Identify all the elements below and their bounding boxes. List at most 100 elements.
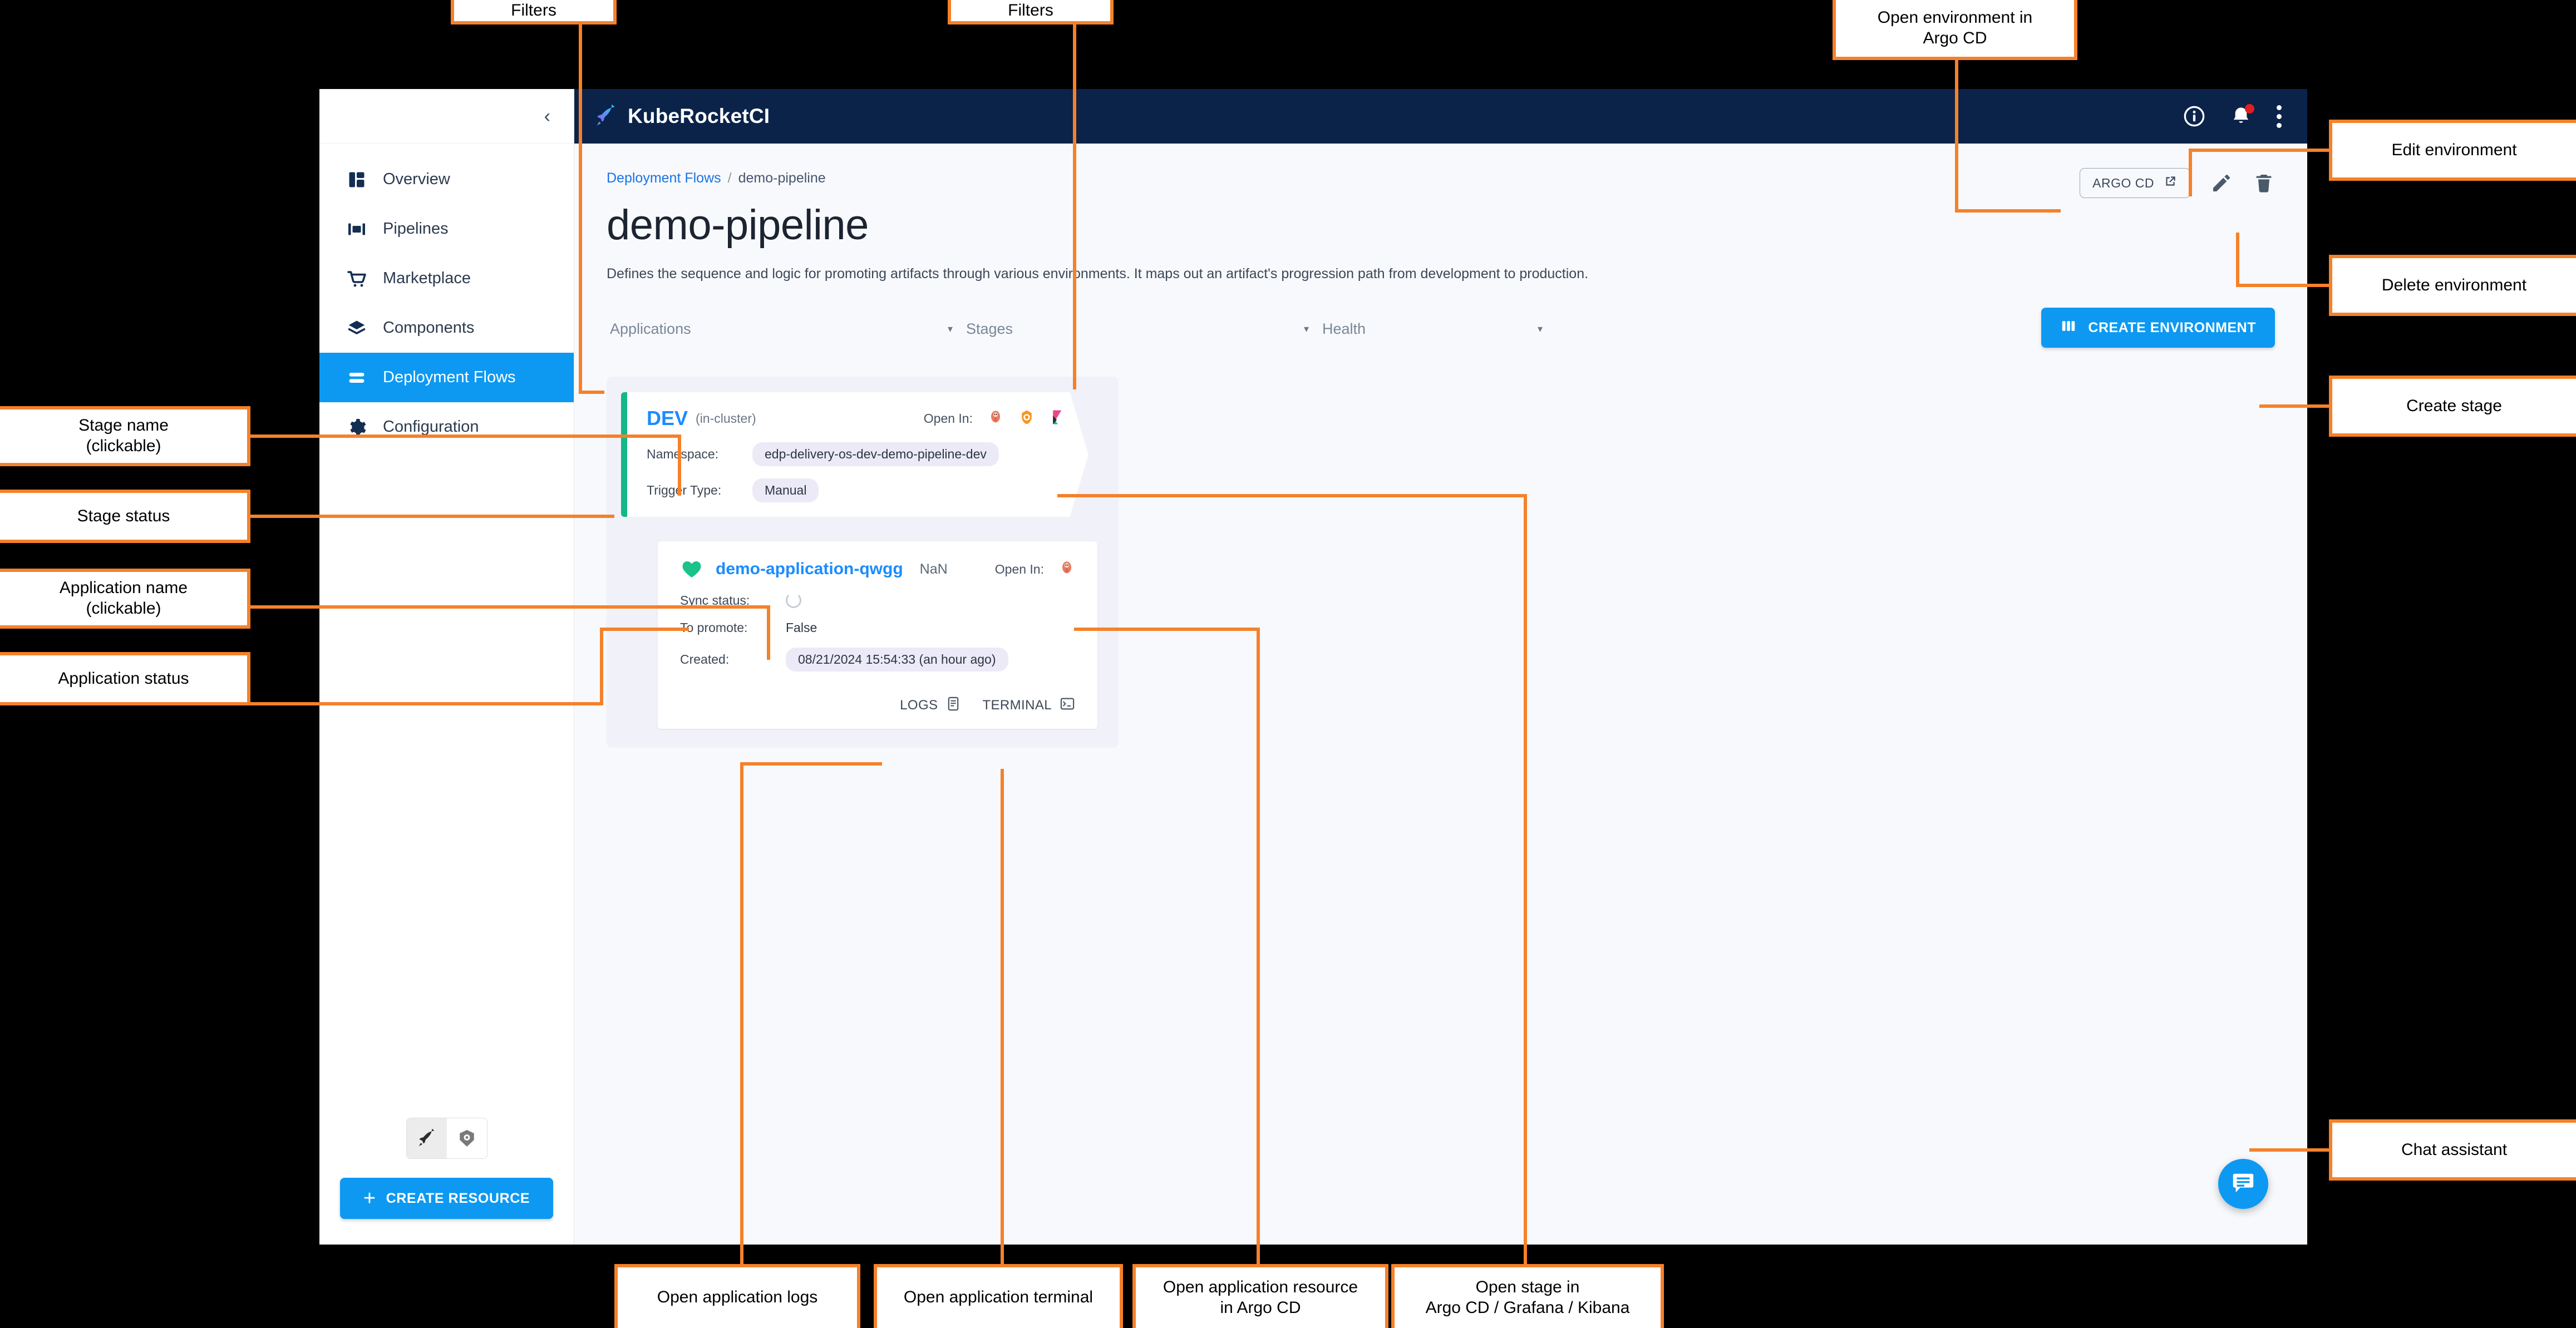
callout-text: Chat assistant <box>2401 1140 2507 1161</box>
logs-document-icon <box>945 696 961 714</box>
sidebar-item-pipelines[interactable]: Pipelines <box>319 204 574 254</box>
info-icon[interactable] <box>2183 105 2205 127</box>
callout-text: Stage status <box>77 506 170 527</box>
notification-badge <box>2245 104 2254 113</box>
callout-open-app-resource-argocd: Open application resource in Argo CD <box>1132 1264 1388 1328</box>
stage-name-link[interactable]: DEV <box>647 407 688 430</box>
terminal-icon <box>1060 696 1075 714</box>
create-resource-button[interactable]: + CREATE RESOURCE <box>340 1178 553 1219</box>
more-vertical-icon[interactable] <box>2277 105 2282 128</box>
stage-row-namespace: Namespace: edp-delivery-os-dev-demo-pipe… <box>647 442 1066 466</box>
application-row-to-promote: To promote: False <box>680 620 1075 635</box>
leader-line <box>1524 494 1527 1266</box>
kibana-icon[interactable] <box>1050 409 1066 428</box>
callout-text: Edit environment <box>2391 140 2516 161</box>
callout-application-status: Application status <box>0 652 250 705</box>
sidebar-item-configuration[interactable]: Configuration <box>319 402 574 452</box>
callout-text: Delete environment <box>2382 275 2526 296</box>
filter-stages[interactable]: Stages ▾ <box>963 304 1319 353</box>
stage-open-in-group: Open In: <box>924 409 1066 428</box>
sidebar-item-label: Marketplace <box>383 269 471 288</box>
callout-text: Create stage <box>2406 396 2502 417</box>
application-open-in-label: Open In: <box>995 562 1044 577</box>
stage-status-indicator <box>621 392 627 517</box>
top-bar: KubeRocketCI <box>574 89 2307 144</box>
plus-icon: + <box>363 1188 376 1209</box>
callout-text: Application name (clickable) <box>60 578 188 619</box>
callout-open-app-logs: Open application logs <box>614 1264 860 1328</box>
stage-card-header: DEV (in-cluster) Open In: <box>647 407 1066 430</box>
chat-assistant-button[interactable] <box>2218 1159 2268 1209</box>
leader-line <box>740 762 743 1266</box>
leader-line <box>2189 149 2192 196</box>
sidebar-item-overview[interactable]: Overview <box>319 155 574 204</box>
leader-line <box>1955 57 1958 213</box>
sidebar-header: ‹ <box>319 89 574 144</box>
leader-line <box>2189 149 2329 152</box>
stage-card-dev[interactable]: DEV (in-cluster) Open In: <box>621 392 1088 517</box>
chevron-down-icon: ▾ <box>948 323 953 335</box>
open-application-logs-button[interactable]: LOGS <box>900 696 961 714</box>
leader-line <box>247 435 681 438</box>
leader-line <box>1257 628 1260 1266</box>
leader-line <box>1057 494 1524 497</box>
stage-row-key: Namespace: <box>647 447 752 462</box>
breadcrumb: Deployment Flows / demo-pipeline <box>607 170 2275 186</box>
leader-line <box>579 391 604 394</box>
filter-applications-label: Applications <box>610 320 691 338</box>
kubernetes-helm-icon <box>457 1128 477 1148</box>
logs-label: LOGS <box>900 698 938 713</box>
sidebar-item-marketplace[interactable]: Marketplace <box>319 254 574 303</box>
app-window: ‹ Overview Pipelines <box>319 89 2307 1245</box>
screenshot-root: ‹ Overview Pipelines <box>0 0 2576 1328</box>
leader-line <box>600 628 603 705</box>
grafana-icon[interactable] <box>1018 409 1035 428</box>
argocd-icon[interactable] <box>1058 560 1075 579</box>
create-environment-button[interactable]: CREATE ENVIRONMENT <box>2041 308 2275 348</box>
header-actions: ARGO CD <box>2080 168 2275 198</box>
leader-line <box>1073 21 1076 389</box>
create-environment-label: CREATE ENVIRONMENT <box>2088 320 2256 336</box>
open-in-argocd-button[interactable]: ARGO CD <box>2080 168 2190 198</box>
stage-card-body: DEV (in-cluster) Open In: <box>621 407 1088 502</box>
notifications-bell-icon[interactable] <box>2230 105 2252 127</box>
kubernetes-mode-button[interactable] <box>447 1118 487 1158</box>
trash-delete-icon[interactable] <box>2253 172 2275 194</box>
callout-text: Open environment in Argo CD <box>1878 8 2033 48</box>
deployment-flow-board: DEV (in-cluster) Open In: <box>607 377 1119 748</box>
callout-create-stage: Create stage <box>2329 376 2576 437</box>
callout-filters-top-right: Filters <box>948 0 1114 24</box>
leader-line <box>579 21 582 394</box>
filter-applications[interactable]: Applications ▾ <box>607 304 963 353</box>
argocd-button-label: ARGO CD <box>2092 176 2154 191</box>
layers-icon <box>345 317 368 340</box>
callout-filters-top-left: Filters <box>451 0 617 24</box>
sidebar-nav: Overview Pipelines Marketplace <box>319 144 574 452</box>
application-card-header: demo-application-qwgg NaN Open In: <box>680 558 1075 580</box>
leader-line <box>247 605 770 609</box>
sidebar-item-deployment-flows[interactable]: Deployment Flows <box>319 353 574 402</box>
callout-stage-status: Stage status <box>0 490 250 543</box>
application-card[interactable]: demo-application-qwgg NaN Open In: Sync … <box>658 541 1097 729</box>
kuberocket-mode-button[interactable] <box>407 1118 447 1158</box>
leader-line <box>678 435 681 496</box>
argocd-icon[interactable] <box>987 409 1004 428</box>
filters-row: Applications ▾ Stages ▾ Health ▾ <box>607 304 2275 353</box>
chevron-left-icon[interactable]: ‹ <box>544 107 550 126</box>
pencil-edit-icon[interactable] <box>2210 172 2233 194</box>
flows-icon <box>345 366 368 389</box>
stage-row-value: edp-delivery-os-dev-demo-pipeline-dev <box>752 442 999 466</box>
filter-health[interactable]: Health ▾ <box>1319 304 1553 353</box>
filter-stages-label: Stages <box>966 320 1013 338</box>
application-name-link[interactable]: demo-application-qwgg <box>716 560 903 579</box>
heart-healthy-icon <box>680 558 703 580</box>
leader-line <box>247 702 603 705</box>
open-application-terminal-button[interactable]: TERMINAL <box>982 696 1075 714</box>
create-resource-label: CREATE RESOURCE <box>386 1191 530 1207</box>
callout-delete-environment: Delete environment <box>2329 255 2576 316</box>
sidebar-item-components[interactable]: Components <box>319 303 574 353</box>
leader-line <box>247 515 614 518</box>
callout-text: Stage name (clickable) <box>78 416 169 456</box>
breadcrumb-link-deployment-flows[interactable]: Deployment Flows <box>607 170 721 186</box>
callout-open-app-terminal: Open application terminal <box>874 1264 1123 1328</box>
